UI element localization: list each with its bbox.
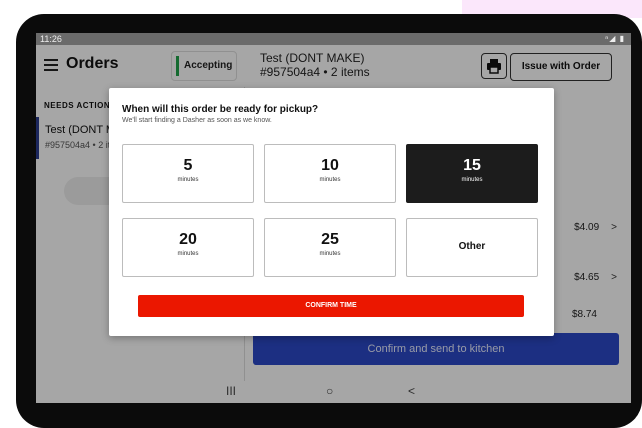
option-value: 5 bbox=[183, 157, 193, 174]
option-unit: minutes bbox=[319, 251, 341, 257]
confirm-time-button[interactable]: CONFIRM TIME bbox=[138, 295, 524, 317]
time-option-15[interactable]: 15 minutes bbox=[406, 144, 538, 203]
time-option-20[interactable]: 20 minutes bbox=[122, 218, 254, 277]
time-option-other[interactable]: Other bbox=[406, 218, 538, 277]
signal-battery-icon: ⁿ◢ ▮ bbox=[605, 34, 625, 43]
pickup-time-dialog: When will this order be ready for pickup… bbox=[109, 88, 554, 336]
option-value: 15 bbox=[463, 157, 481, 174]
option-unit: minutes bbox=[177, 251, 199, 257]
option-value: 25 bbox=[321, 231, 339, 248]
dialog-subtitle: We'll start finding a Dasher as soon as … bbox=[122, 117, 272, 124]
option-value: 20 bbox=[179, 231, 197, 248]
option-unit: minutes bbox=[461, 177, 483, 183]
dialog-title: When will this order be ready for pickup… bbox=[122, 104, 319, 115]
option-value: Other bbox=[458, 241, 486, 252]
status-bar: 11:26 ⁿ◢ ▮ bbox=[36, 33, 631, 45]
status-time: 11:26 bbox=[40, 34, 62, 44]
option-unit: minutes bbox=[319, 177, 341, 183]
time-option-5[interactable]: 5 minutes bbox=[122, 144, 254, 203]
option-unit: minutes bbox=[177, 177, 199, 183]
time-option-25[interactable]: 25 minutes bbox=[264, 218, 396, 277]
time-option-10[interactable]: 10 minutes bbox=[264, 144, 396, 203]
option-value: 10 bbox=[321, 157, 339, 174]
